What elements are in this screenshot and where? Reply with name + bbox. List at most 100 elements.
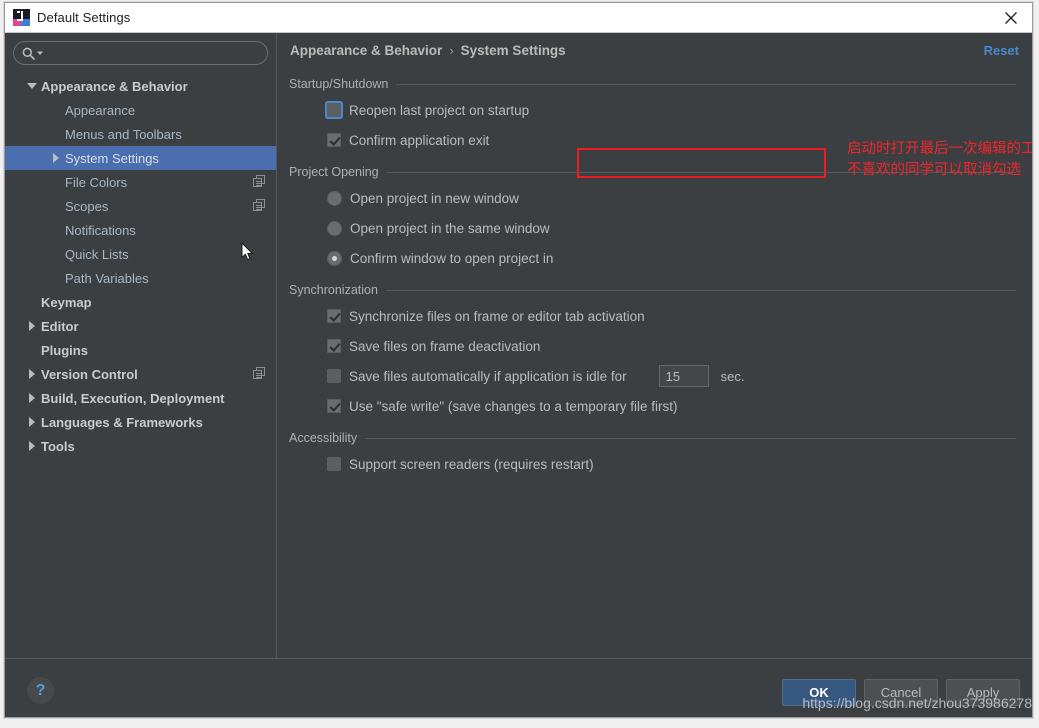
section-header: Accessibility [289, 431, 1016, 445]
sidebar-item-label: Appearance [65, 102, 136, 118]
section-header: Synchronization [289, 283, 1016, 297]
sidebar-item-quick-lists[interactable]: Quick Lists [5, 242, 276, 266]
reset-link[interactable]: Reset [984, 43, 1019, 58]
sidebar-item-appearance-behavior[interactable]: Appearance & Behavior [5, 74, 276, 98]
sidebar-item-tools[interactable]: Tools [5, 434, 276, 458]
idle-seconds-input[interactable] [658, 365, 709, 387]
copy-icon[interactable] [253, 199, 266, 212]
sidebar-item-editor[interactable]: Editor [5, 314, 276, 338]
sidebar-item-label: Notifications [65, 222, 136, 238]
section-header: Startup/Shutdown [289, 77, 1016, 91]
sidebar-item-plugins[interactable]: Plugins [5, 338, 276, 362]
close-icon[interactable] [1000, 8, 1022, 28]
section-accessibility: Accessibility Support screen readers (re… [277, 431, 1032, 479]
radio-confirm-window[interactable] [327, 250, 342, 266]
sidebar-item-label: Quick Lists [65, 246, 129, 262]
checkbox-synchronize-files[interactable] [327, 309, 341, 323]
checkbox-confirm-application-exit[interactable] [327, 133, 341, 147]
settings-sidebar: Appearance & Behavior Appearance Menus and… [5, 33, 277, 658]
copy-icon[interactable] [253, 175, 266, 188]
annotation-line-1: 启动时打开最后一次编辑的工程。 [847, 141, 1032, 157]
option-label: Confirm window to open project in [350, 250, 554, 266]
settings-tree: Appearance & Behavior Appearance Menus and… [5, 71, 276, 458]
option-label: Reopen last project on startup [349, 102, 530, 118]
search-icon[interactable] [22, 47, 44, 60]
option-synchronize-files[interactable]: Synchronize files on frame or editor tab… [327, 301, 1016, 331]
sidebar-item-path-variables[interactable]: Path Variables [5, 266, 276, 290]
radio-open-in-new-window[interactable] [327, 190, 342, 206]
checkbox-safe-write[interactable] [327, 399, 341, 413]
section-options: Support screen readers (requires restart… [289, 449, 1016, 479]
breadcrumb-separator: › [449, 42, 454, 58]
section-title: Synchronization [289, 283, 378, 297]
sidebar-item-file-colors[interactable]: File Colors [5, 170, 276, 194]
search-container [5, 33, 276, 71]
breadcrumb: Appearance & Behavior › System Settings … [277, 33, 1032, 67]
radio-open-in-same-window[interactable] [327, 220, 342, 236]
ok-button[interactable]: OK [782, 679, 856, 706]
option-screen-readers[interactable]: Support screen readers (requires restart… [327, 449, 1016, 479]
idle-seconds-unit: sec. [720, 368, 745, 384]
section-title: Accessibility [289, 431, 358, 445]
option-save-when-idle[interactable]: Save files automatically if application … [327, 361, 1016, 391]
settings-content: Appearance & Behavior › System Settings … [277, 33, 1032, 658]
option-open-in-same-window[interactable]: Open project in the same window [327, 213, 1016, 243]
sidebar-item-label: Editor [41, 318, 79, 334]
chevron-right-icon[interactable] [23, 321, 41, 331]
section-rule [385, 289, 1016, 291]
sidebar-item-label: Plugins [41, 342, 88, 358]
dialog-footer: ? OK Cancel Apply https://blog.csdn.net/… [5, 658, 1032, 717]
sidebar-item-scopes[interactable]: Scopes [5, 194, 276, 218]
option-open-in-new-window[interactable]: Open project in new window [327, 183, 1016, 213]
help-glyph: ? [35, 681, 46, 699]
chevron-right-icon[interactable] [23, 369, 41, 379]
option-reopen-last-project[interactable]: Reopen last project on startup [327, 95, 1016, 125]
checkbox-screen-readers[interactable] [327, 457, 341, 471]
section-rule [365, 437, 1016, 439]
help-icon[interactable]: ? [27, 677, 54, 704]
screenshot-root: Default Settings Appearance & Behavior A… [0, 0, 1039, 728]
window-titlebar: Default Settings [5, 3, 1032, 33]
breadcrumb-current: System Settings [460, 42, 566, 58]
sidebar-item-system-settings[interactable]: System Settings [5, 146, 276, 170]
dialog-body: Appearance & Behavior Appearance Menus and… [5, 33, 1032, 658]
sidebar-item-notifications[interactable]: Notifications [5, 218, 276, 242]
breadcrumb-parent[interactable]: Appearance & Behavior [290, 43, 442, 58]
copy-icon[interactable] [253, 367, 266, 380]
search-input[interactable] [44, 46, 267, 60]
chevron-down-icon[interactable] [23, 83, 41, 89]
sidebar-item-label: Build, Execution, Deployment [41, 390, 225, 406]
intellij-idea-icon [13, 9, 30, 26]
sidebar-item-menus-and-toolbars[interactable]: Menus and Toolbars [5, 122, 276, 146]
section-rule [396, 83, 1016, 85]
cancel-button[interactable]: Cancel [864, 679, 938, 706]
section-options: Synchronize files on frame or editor tab… [289, 301, 1016, 421]
option-safe-write[interactable]: Use "safe write" (save changes to a temp… [327, 391, 1016, 421]
checkbox-save-when-idle[interactable] [327, 369, 341, 383]
sidebar-item-build-execution-deployment[interactable]: Build, Execution, Deployment [5, 386, 276, 410]
sidebar-item-label: Tools [41, 438, 75, 454]
sidebar-item-label: Menus and Toolbars [65, 126, 182, 142]
sidebar-item-label: Path Variables [65, 270, 149, 286]
option-label: Save files on frame deactivation [349, 338, 541, 354]
chevron-right-icon[interactable] [23, 393, 41, 403]
option-label: Confirm application exit [349, 132, 490, 148]
option-save-on-deactivation[interactable]: Save files on frame deactivation [327, 331, 1016, 361]
settings-dialog: Default Settings Appearance & Behavior A… [4, 2, 1033, 718]
option-confirm-window[interactable]: Confirm window to open project in [327, 243, 1016, 273]
chevron-right-icon[interactable] [23, 441, 41, 451]
checkbox-save-on-deactivation[interactable] [327, 339, 341, 353]
apply-button[interactable]: Apply [946, 679, 1020, 706]
sidebar-item-languages-frameworks[interactable]: Languages & Frameworks [5, 410, 276, 434]
section-project-opening: Project Opening Open project in new wind… [277, 165, 1032, 273]
search-box[interactable] [13, 41, 268, 65]
section-options: Open project in new window Open project … [289, 183, 1016, 273]
sidebar-item-appearance[interactable]: Appearance [5, 98, 276, 122]
checkbox-reopen-last-project[interactable] [327, 103, 341, 117]
section-title: Startup/Shutdown [289, 77, 389, 91]
sidebar-item-version-control[interactable]: Version Control [5, 362, 276, 386]
chevron-right-icon[interactable] [23, 417, 41, 427]
dialog-buttons: OK Cancel Apply [782, 679, 1020, 706]
sidebar-item-keymap[interactable]: Keymap [5, 290, 276, 314]
chevron-right-icon[interactable] [47, 153, 65, 163]
